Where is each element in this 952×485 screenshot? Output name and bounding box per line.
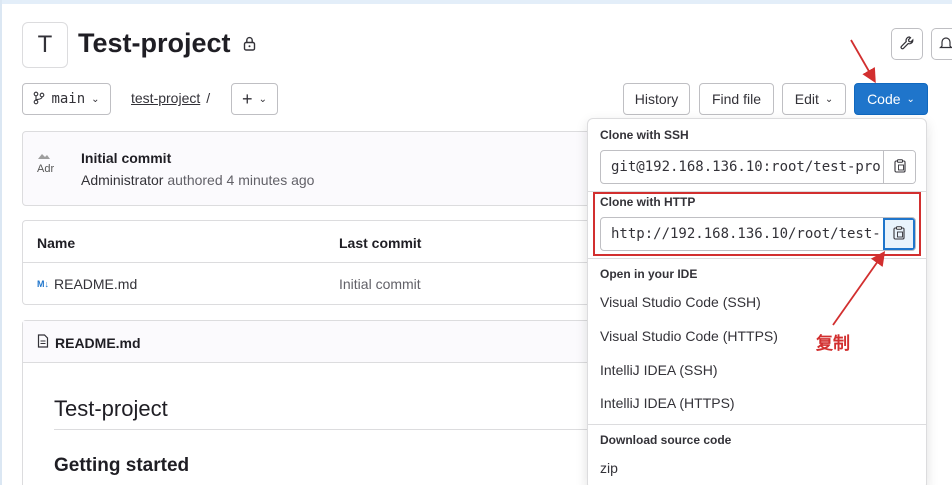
- annotation-arrows: [832, 39, 886, 326]
- arrow-to-copy-button: [832, 251, 886, 326]
- arrow-to-code-button: [850, 39, 876, 84]
